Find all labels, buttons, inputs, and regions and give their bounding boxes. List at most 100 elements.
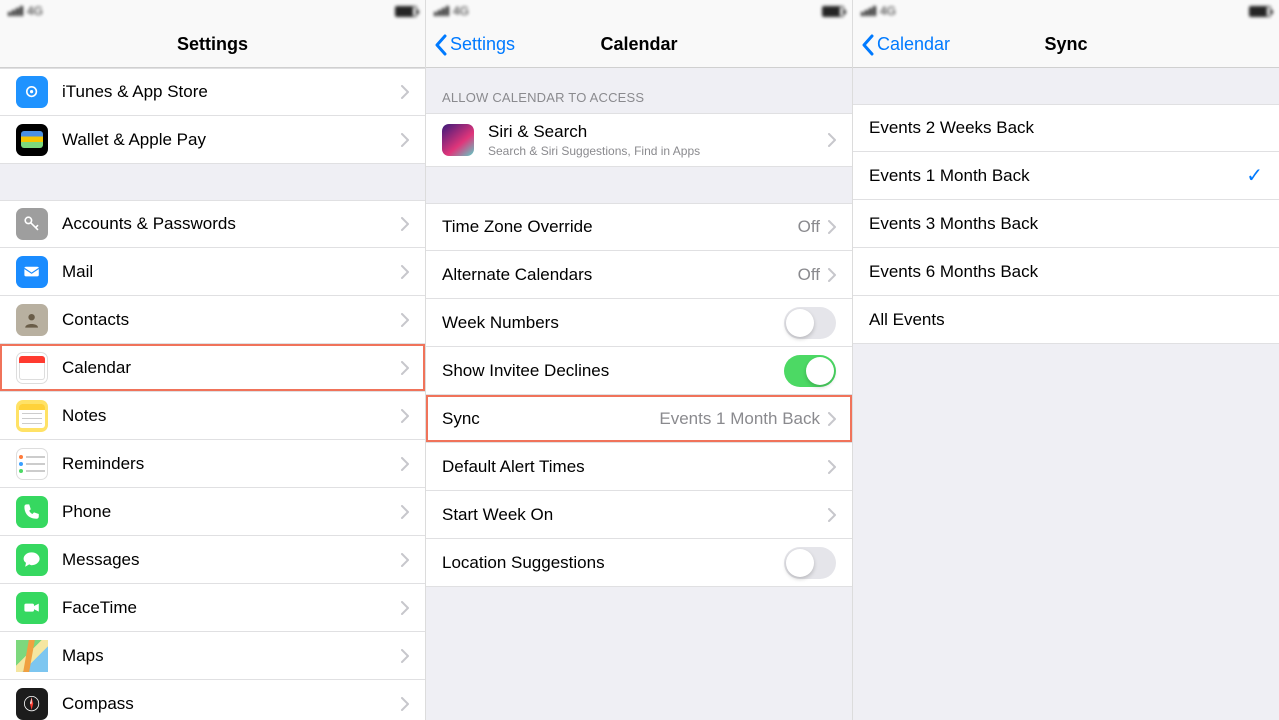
row-label: Accounts & Passwords bbox=[62, 214, 401, 234]
chevron-right-icon bbox=[401, 217, 409, 231]
maps-icon bbox=[16, 640, 48, 672]
calendar-row-tz[interactable]: Time Zone OverrideOff bbox=[426, 203, 852, 251]
option-label: Events 2 Weeks Back bbox=[869, 118, 1263, 138]
network-label: 4G bbox=[880, 4, 896, 18]
nav-bar: Settings Calendar bbox=[426, 22, 852, 68]
sync-option[interactable]: All Events bbox=[853, 296, 1279, 344]
chevron-left-icon bbox=[434, 34, 448, 56]
row-label: Start Week On bbox=[442, 505, 828, 525]
row-label: Alternate Calendars bbox=[442, 265, 798, 285]
sync-option[interactable]: Events 2 Weeks Back bbox=[853, 104, 1279, 152]
row-label: Notes bbox=[62, 406, 401, 426]
settings-row-notes[interactable]: Notes bbox=[0, 392, 425, 440]
accounts-icon bbox=[16, 208, 48, 240]
toggle[interactable] bbox=[784, 307, 836, 339]
calendar-row-week[interactable]: Week Numbers bbox=[426, 299, 852, 347]
toggle[interactable] bbox=[784, 547, 836, 579]
calendar-panel: 4G Settings Calendar ALLOW CALENDAR TO A… bbox=[426, 0, 853, 720]
siri-search-row[interactable]: Siri & Search Search & Siri Suggestions,… bbox=[426, 113, 852, 167]
option-label: All Events bbox=[869, 310, 1263, 330]
back-button[interactable]: Calendar bbox=[861, 34, 950, 56]
nav-bar: Settings bbox=[0, 22, 425, 68]
calendar-row-start[interactable]: Start Week On bbox=[426, 491, 852, 539]
page-title: Calendar bbox=[600, 34, 677, 55]
row-label: Week Numbers bbox=[442, 313, 784, 333]
sync-option[interactable]: Events 6 Months Back bbox=[853, 248, 1279, 296]
back-label: Settings bbox=[450, 34, 515, 55]
settings-row-compass[interactable]: Compass bbox=[0, 680, 425, 720]
option-label: Events 6 Months Back bbox=[869, 262, 1263, 282]
row-sub: Search & Siri Suggestions, Find in Apps bbox=[488, 144, 828, 158]
itunes-icon bbox=[16, 76, 48, 108]
chevron-right-icon bbox=[401, 505, 409, 519]
network-label: 4G bbox=[453, 4, 469, 18]
status-bar: 4G bbox=[426, 0, 852, 22]
calendar-row-alert[interactable]: Default Alert Times bbox=[426, 443, 852, 491]
page-title: Sync bbox=[1044, 34, 1087, 55]
chevron-right-icon bbox=[828, 268, 836, 282]
phone-icon bbox=[16, 496, 48, 528]
sync-option[interactable]: Events 1 Month Back✓ bbox=[853, 152, 1279, 200]
chevron-right-icon bbox=[401, 457, 409, 471]
siri-icon bbox=[442, 124, 474, 156]
row-label: Phone bbox=[62, 502, 401, 522]
row-label: Wallet & Apple Pay bbox=[62, 130, 401, 150]
section-header: ALLOW CALENDAR TO ACCESS bbox=[426, 68, 852, 113]
chevron-right-icon bbox=[401, 361, 409, 375]
calendar-row-inv[interactable]: Show Invitee Declines bbox=[426, 347, 852, 395]
calendar-row-loc[interactable]: Location Suggestions bbox=[426, 539, 852, 587]
settings-row-itunes[interactable]: iTunes & App Store bbox=[0, 68, 425, 116]
calendar-row-alt[interactable]: Alternate CalendarsOff bbox=[426, 251, 852, 299]
chevron-right-icon bbox=[401, 601, 409, 615]
row-label: Sync bbox=[442, 409, 659, 429]
chevron-right-icon bbox=[401, 697, 409, 711]
chevron-right-icon bbox=[401, 409, 409, 423]
settings-row-messages[interactable]: Messages bbox=[0, 536, 425, 584]
settings-row-calendar[interactable]: Calendar bbox=[0, 344, 425, 392]
notes-icon bbox=[16, 400, 48, 432]
settings-row-phone[interactable]: Phone bbox=[0, 488, 425, 536]
page-title: Settings bbox=[177, 34, 248, 55]
wallet-icon bbox=[16, 124, 48, 156]
battery-icon bbox=[1249, 6, 1271, 17]
signal-icon bbox=[8, 6, 23, 16]
row-label: Reminders bbox=[62, 454, 401, 474]
option-label: Events 3 Months Back bbox=[869, 214, 1263, 234]
settings-row-mail[interactable]: Mail bbox=[0, 248, 425, 296]
compass-icon bbox=[16, 688, 48, 720]
chevron-right-icon bbox=[828, 508, 836, 522]
toggle[interactable] bbox=[784, 355, 836, 387]
checkmark-icon: ✓ bbox=[1246, 163, 1263, 188]
contacts-icon bbox=[16, 304, 48, 336]
settings-row-facetime[interactable]: FaceTime bbox=[0, 584, 425, 632]
settings-row-wallet[interactable]: Wallet & Apple Pay bbox=[0, 116, 425, 164]
row-label: Calendar bbox=[62, 358, 401, 378]
sync-option[interactable]: Events 3 Months Back bbox=[853, 200, 1279, 248]
settings-row-accounts[interactable]: Accounts & Passwords bbox=[0, 200, 425, 248]
status-bar: 4G bbox=[853, 0, 1279, 22]
row-label: Compass bbox=[62, 694, 401, 714]
status-bar: 4G bbox=[0, 0, 425, 22]
row-value: Events 1 Month Back bbox=[659, 409, 820, 429]
chevron-right-icon bbox=[828, 460, 836, 474]
network-label: 4G bbox=[27, 4, 43, 18]
chevron-right-icon bbox=[828, 220, 836, 234]
signal-icon bbox=[434, 6, 449, 16]
messages-icon bbox=[16, 544, 48, 576]
mail-icon bbox=[16, 256, 48, 288]
chevron-right-icon bbox=[401, 553, 409, 567]
row-label: Mail bbox=[62, 262, 401, 282]
row-label: Contacts bbox=[62, 310, 401, 330]
calendar-row-sync[interactable]: SyncEvents 1 Month Back bbox=[426, 395, 852, 443]
sync-panel: 4G Calendar Sync Events 2 Weeks Back Even… bbox=[853, 0, 1279, 720]
chevron-right-icon bbox=[828, 412, 836, 426]
settings-row-maps[interactable]: Maps bbox=[0, 632, 425, 680]
settings-row-contacts[interactable]: Contacts bbox=[0, 296, 425, 344]
settings-row-reminders[interactable]: Reminders bbox=[0, 440, 425, 488]
option-label: Events 1 Month Back bbox=[869, 166, 1246, 186]
chevron-right-icon bbox=[401, 313, 409, 327]
row-label: Siri & Search bbox=[488, 122, 828, 142]
back-label: Calendar bbox=[877, 34, 950, 55]
back-button[interactable]: Settings bbox=[434, 34, 515, 56]
chevron-right-icon bbox=[828, 133, 836, 147]
